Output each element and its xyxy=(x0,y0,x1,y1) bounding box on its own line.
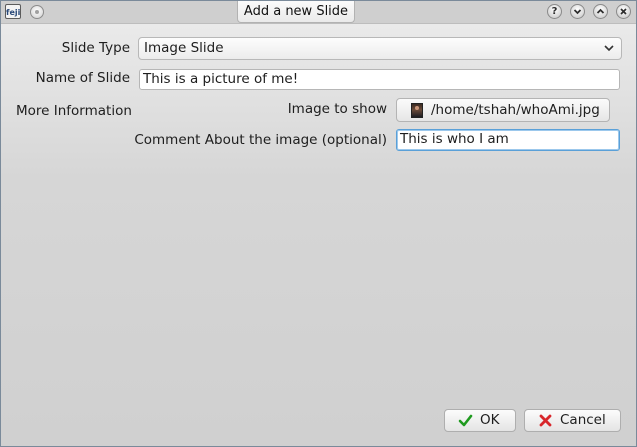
name-of-slide-label: Name of Slide xyxy=(35,70,130,86)
image-to-show-label: Image to show xyxy=(287,101,387,117)
x-cross-icon xyxy=(539,414,552,427)
window-title: Add a new Slide xyxy=(237,1,355,23)
chevron-up-icon xyxy=(596,8,605,14)
help-button[interactable]: ? xyxy=(547,4,562,19)
chevron-down-icon xyxy=(604,45,614,52)
question-mark-icon: ? xyxy=(551,6,558,17)
comment-input[interactable]: This is who I am xyxy=(396,129,620,151)
more-information-label: More Information xyxy=(16,103,132,119)
image-file-picker-button[interactable]: /home/tshah/whoAmi.jpg xyxy=(396,98,610,122)
dialog-window: feji Add a new Slide ? Slide Type Image … xyxy=(0,0,637,447)
image-path: /home/tshah/whoAmi.jpg xyxy=(431,102,600,118)
ok-button[interactable]: OK xyxy=(444,409,516,432)
close-button[interactable] xyxy=(616,4,631,19)
checkmark-icon xyxy=(458,414,473,427)
minimize-button[interactable] xyxy=(570,4,585,19)
close-icon xyxy=(620,8,627,15)
slide-type-value: Image Slide xyxy=(144,40,224,56)
chevron-down-icon xyxy=(573,9,582,15)
name-of-slide-input[interactable]: This is a picture of me! xyxy=(139,69,620,90)
pin-button[interactable] xyxy=(30,5,44,19)
app-icon[interactable]: feji xyxy=(5,4,21,19)
comment-label: Comment About the image (optional) xyxy=(134,132,387,148)
slide-type-combobox[interactable]: Image Slide xyxy=(138,37,622,60)
cancel-button[interactable]: Cancel xyxy=(524,409,621,432)
ok-label: OK xyxy=(480,412,500,428)
name-of-slide-value: This is a picture of me! xyxy=(143,71,299,87)
slide-type-label: Slide Type xyxy=(61,40,130,56)
cancel-label: Cancel xyxy=(560,412,606,428)
comment-value: This is who I am xyxy=(400,131,509,147)
title-bar[interactable]: feji Add a new Slide ? xyxy=(1,1,636,24)
image-thumbnail-icon xyxy=(411,103,423,118)
maximize-button[interactable] xyxy=(593,4,608,19)
